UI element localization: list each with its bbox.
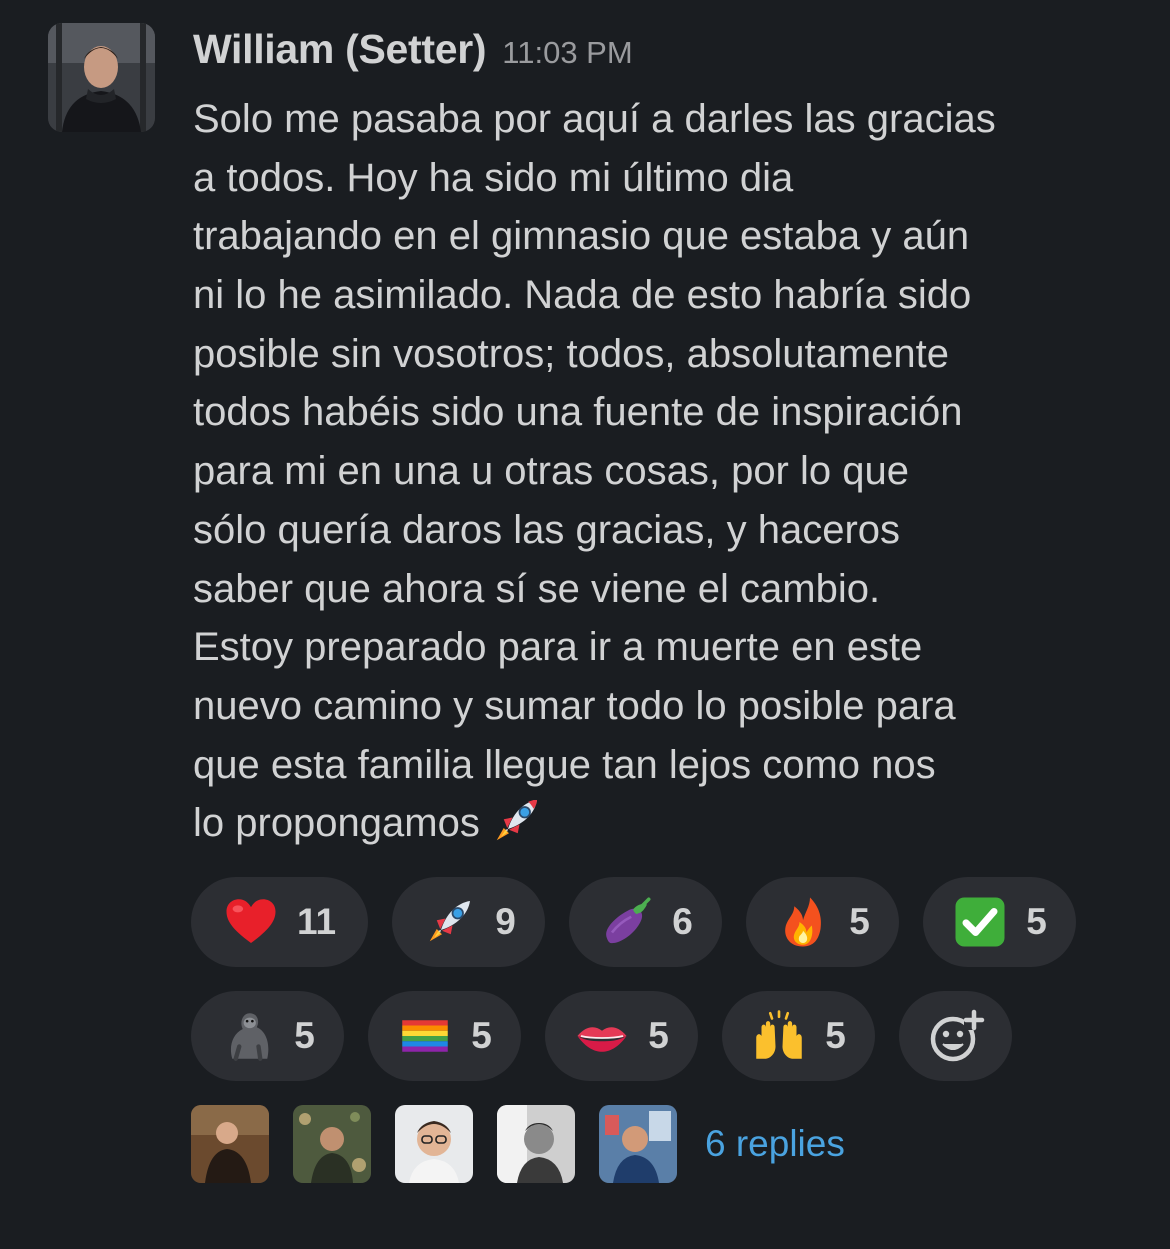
- eggplant-icon: [606, 897, 651, 944]
- author-name[interactable]: William (Setter): [193, 26, 487, 73]
- reaction-count: 6: [672, 901, 693, 942]
- message-line-last: lo propongamos: [193, 794, 1153, 853]
- replies-link[interactable]: 6 replies: [705, 1123, 845, 1165]
- message-line: ni lo he asimilado. Nada de esto habría …: [193, 273, 972, 318]
- message-line: Solo me pasaba por aquí a darles las gra…: [193, 97, 996, 141]
- reaction-heart[interactable]: 11: [191, 877, 368, 967]
- message-line: Estoy preparado para ir a muerte en este: [193, 625, 923, 670]
- check-mark-icon: [955, 897, 1005, 947]
- fire-icon: [785, 897, 822, 947]
- reactions-row: 5 5 5 5: [191, 991, 1012, 1081]
- reaction-count: 11: [296, 901, 337, 942]
- reaction-count: 5: [294, 1015, 315, 1056]
- raised-hands-icon: [756, 1010, 802, 1059]
- reaction-white-check-mark[interactable]: 5: [923, 877, 1076, 967]
- reaction-count: 5: [849, 901, 870, 942]
- message-header: William (Setter) 11:03 PM: [193, 26, 633, 82]
- rainbow-flag-icon: [402, 1020, 448, 1052]
- reaction-count: 5: [471, 1015, 492, 1056]
- message-line: trabajando en el gimnasio que estaba y a…: [193, 214, 970, 259]
- message-line: que esta familia llegue tan lejos como n…: [193, 742, 936, 787]
- message-line: nuevo camino y sumar todo lo posible par…: [193, 683, 956, 728]
- gorilla-icon: [231, 1013, 269, 1061]
- message: William (Setter) 11:03 PM Solo me pasaba…: [0, 0, 1170, 1249]
- reply-avatar: [497, 1105, 575, 1183]
- message-line: a todos. Hoy ha sido mi último dia: [193, 155, 794, 200]
- message-line: posible sin vosotros; todos, absolutamen…: [193, 331, 949, 376]
- reaction-count: 9: [495, 901, 516, 942]
- add-reaction-button[interactable]: [899, 991, 1012, 1081]
- message-line: saber que ahora sí se viene el cambio.: [193, 566, 881, 611]
- reaction-raised-hands[interactable]: 5: [722, 991, 875, 1081]
- reaction-lips[interactable]: 5: [545, 991, 698, 1081]
- reply-avatar: [395, 1105, 473, 1183]
- reactions-row: 11 9 6 5 5: [191, 877, 1076, 967]
- reaction-count: 5: [648, 1015, 669, 1056]
- message-line: para mi en una u otras cosas, por lo que: [193, 449, 909, 494]
- reply-avatar: [599, 1105, 677, 1183]
- reaction-count: 5: [1026, 901, 1047, 942]
- lips-icon: [577, 1027, 627, 1052]
- heart-icon: [226, 899, 276, 943]
- rocket-icon: [496, 799, 537, 840]
- add-reaction-icon: [930, 1009, 984, 1062]
- reaction-gorilla[interactable]: 5: [191, 991, 344, 1081]
- reaction-fire[interactable]: 5: [746, 877, 899, 967]
- reaction-rocket[interactable]: 9: [392, 877, 545, 967]
- author-avatar[interactable]: [48, 23, 155, 132]
- message-body: Solo me pasaba por aquí a darles las gra…: [193, 90, 1153, 853]
- reaction-count: 5: [825, 1015, 846, 1056]
- thread-replies[interactable]: 6 replies: [191, 1105, 845, 1183]
- reaction-rainbow-flag[interactable]: 5: [368, 991, 521, 1081]
- rocket-icon: [429, 901, 471, 942]
- message-timestamp[interactable]: 11:03 PM: [502, 35, 632, 71]
- reaction-eggplant[interactable]: 6: [569, 877, 722, 967]
- reply-avatar: [293, 1105, 371, 1183]
- message-line: sólo quería daros las gracias, y haceros: [193, 507, 901, 552]
- message-line: todos habéis sido una fuente de inspirac…: [193, 390, 963, 435]
- reply-avatar: [191, 1105, 269, 1183]
